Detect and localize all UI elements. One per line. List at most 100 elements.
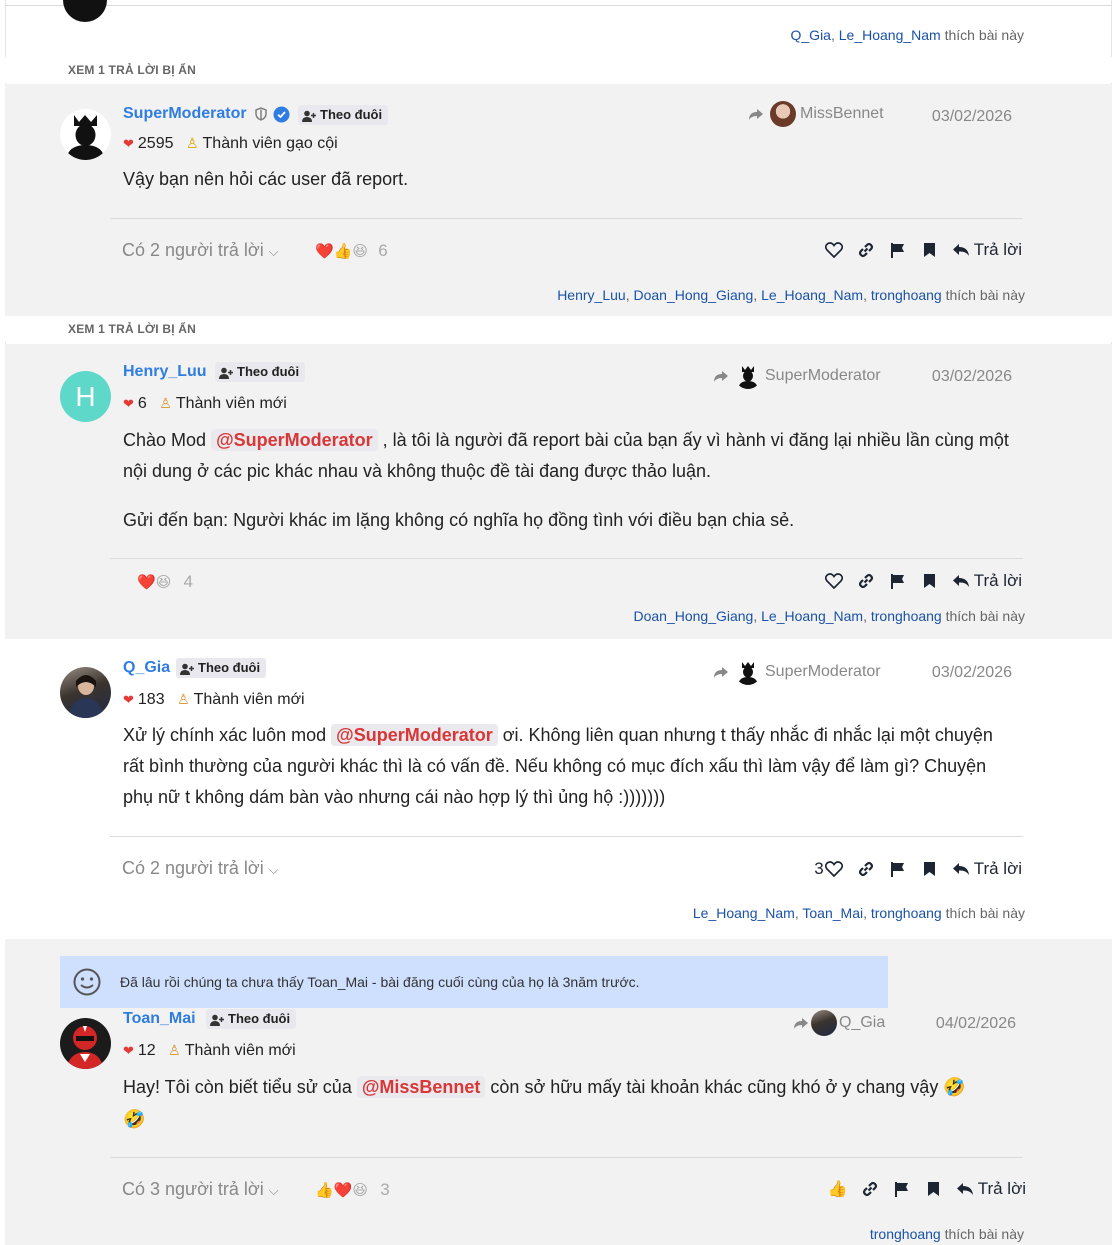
username[interactable]: Toan_Mai xyxy=(123,1010,196,1028)
follow-button[interactable]: Theo đuôi xyxy=(206,1009,297,1029)
like-user-link[interactable]: Le_Hoang_Nam xyxy=(761,287,863,303)
rank-icon: ♙ xyxy=(185,135,199,151)
reactions[interactable]: ❤️👍😆 6 xyxy=(315,241,388,261)
follow-icon xyxy=(210,1014,224,1026)
link-icon[interactable] xyxy=(850,570,882,592)
quoted-user[interactable]: Q_Gia xyxy=(793,1010,885,1036)
post: Q_Gia Theo đuôi ❤ 183 ♙ Thành viên mới Sup… xyxy=(5,639,1112,939)
thumbs-up-icon: 👍 xyxy=(315,1182,334,1199)
post-actions: 3 Trả lời xyxy=(814,858,1022,880)
like-user-link[interactable]: Henry_Luu xyxy=(557,287,626,303)
flag-icon[interactable] xyxy=(886,1178,918,1200)
mention-link[interactable]: @SuperModerator xyxy=(211,429,378,451)
username[interactable]: Q_Gia xyxy=(123,659,170,677)
flag-icon[interactable] xyxy=(882,570,914,592)
post-content: Xử lý chính xác luôn mod @SuperModerator… xyxy=(123,720,1003,813)
like-icon[interactable] xyxy=(818,858,850,880)
quoted-user[interactable]: SuperModerator xyxy=(713,363,881,389)
quoted-username: MissBennet xyxy=(800,105,884,122)
avatar[interactable] xyxy=(60,109,111,160)
bookmark-icon[interactable] xyxy=(914,239,946,261)
content-text: Chào Mod xyxy=(123,430,212,450)
like-user-link[interactable]: tronghoang xyxy=(871,287,942,303)
follow-icon xyxy=(180,663,194,675)
show-replies-toggle[interactable]: Có 3 người trả lời ⌵ xyxy=(122,1179,279,1200)
link-icon[interactable] xyxy=(850,858,882,880)
post-content: Hay! Tôi còn biết tiểu sử của @MissBenne… xyxy=(123,1072,1023,1103)
post: H Henry_Luu Theo đuôi ❤ 6 ♙ Thành viên mới… xyxy=(5,344,1112,639)
bookmark-icon[interactable] xyxy=(918,1178,950,1200)
reputation: 183 xyxy=(137,691,165,708)
show-hidden-replies[interactable]: XEM 1 TRẢ LỜI BỊ ẨN xyxy=(5,57,1112,83)
flag-icon[interactable] xyxy=(882,239,914,261)
reputation: 12 xyxy=(137,1042,156,1059)
reactions[interactable]: ❤️😆 4 xyxy=(137,572,193,592)
follow-icon xyxy=(219,367,233,379)
post-content: Vậy bạn nên hỏi các user đã report. xyxy=(123,169,409,189)
follow-label: Theo đuôi xyxy=(320,107,383,122)
avatar[interactable] xyxy=(60,667,111,718)
like-user-link[interactable]: Le_Hoang_Nam xyxy=(839,27,941,43)
follow-icon xyxy=(302,110,316,122)
follow-label: Theo đuôi xyxy=(228,1011,291,1026)
link-icon[interactable] xyxy=(850,239,882,261)
like-user-link[interactable]: Toan_Mai xyxy=(802,905,863,921)
post-date: 04/02/2026 xyxy=(935,1015,1016,1032)
like-user-link[interactable]: Doan_Hong_Giang xyxy=(633,608,753,624)
show-replies-toggle[interactable]: Có 2 người trả lời ⌵ xyxy=(122,240,279,261)
like-user-link[interactable]: tronghoang xyxy=(871,905,942,921)
post-actions: Trả lời xyxy=(818,239,1022,261)
show-hidden-replies[interactable]: XEM 1 TRẢ LỜI BỊ ẨN xyxy=(5,316,1112,342)
quoted-user[interactable]: MissBennet xyxy=(748,101,884,127)
reply-button[interactable]: Trả lời xyxy=(956,1179,1026,1199)
thumbs-up-icon: 👍 xyxy=(333,243,353,260)
reply-button[interactable]: Trả lời xyxy=(952,571,1022,591)
reply-button[interactable]: Trả lời xyxy=(952,240,1022,260)
rank-label: Thành viên mới xyxy=(175,395,287,412)
user-stats: ❤ 2595 ♙ Thành viên gạo cội xyxy=(123,135,338,153)
like-user-link[interactable]: Le_Hoang_Nam xyxy=(693,905,795,921)
reply-label: Trả lời xyxy=(977,1179,1026,1198)
quoted-username: SuperModerator xyxy=(765,663,881,680)
username[interactable]: Henry_Luu xyxy=(123,363,207,381)
heart-reaction-icon: ❤️ xyxy=(315,243,334,260)
post-content: Chào Mod @SuperModerator , là tôi là ngư… xyxy=(123,425,1023,487)
quoted-avatar xyxy=(811,1010,837,1036)
quoted-username: Q_Gia xyxy=(839,1014,886,1031)
follow-button[interactable]: Theo đuôi xyxy=(215,362,306,382)
follow-button[interactable]: Theo đuôi xyxy=(298,105,389,125)
like-user-link[interactable]: tronghoang xyxy=(870,1226,941,1242)
avatar[interactable] xyxy=(60,1018,111,1069)
like-user-link[interactable]: tronghoang xyxy=(871,608,942,624)
reactions[interactable]: 👍❤️😆 3 xyxy=(315,1180,390,1200)
user-stats: ❤ 6 ♙ Thành viên mới xyxy=(123,395,287,413)
post-actions: 👍 Trả lời xyxy=(822,1178,1026,1200)
flag-icon[interactable] xyxy=(882,858,914,880)
likes-suffix: thích bài này xyxy=(945,905,1025,921)
username[interactable]: SuperModerator xyxy=(123,105,247,123)
like-user-link[interactable]: Le_Hoang_Nam xyxy=(761,608,863,624)
heart-icon: ❤ xyxy=(123,136,134,151)
likes-line: Q_Gia, Le_Hoang_Nam thích bài này xyxy=(790,27,1025,43)
bookmark-icon[interactable] xyxy=(914,570,946,592)
like-icon[interactable] xyxy=(818,570,850,592)
link-icon[interactable] xyxy=(854,1178,886,1200)
show-replies-toggle[interactable]: Có 2 người trả lời ⌵ xyxy=(122,858,279,879)
mention-link[interactable]: @SuperModerator xyxy=(331,724,498,746)
quoted-user[interactable]: SuperModerator xyxy=(713,659,881,685)
thumbs-up-button[interactable]: 👍 xyxy=(822,1178,854,1200)
like-user-link[interactable]: Doan_Hong_Giang xyxy=(633,287,753,303)
like-icon[interactable] xyxy=(818,239,850,261)
divider xyxy=(110,558,1023,559)
post-content-paragraph: Gửi đến bạn: Người khác im lặng không có… xyxy=(123,510,795,530)
bookmark-icon[interactable] xyxy=(914,858,946,880)
rank-label: Thành viên mới xyxy=(184,1042,296,1059)
divider xyxy=(110,836,1023,837)
like-user-link[interactable]: Q_Gia xyxy=(791,27,831,43)
avatar[interactable]: H xyxy=(60,371,111,422)
mention-link[interactable]: @MissBennet xyxy=(356,1076,486,1098)
verified-icon xyxy=(273,106,290,128)
follow-button[interactable]: Theo đuôi xyxy=(176,658,267,678)
post-date: 03/02/2026 xyxy=(931,108,1012,125)
reply-button[interactable]: Trả lời xyxy=(952,859,1022,879)
